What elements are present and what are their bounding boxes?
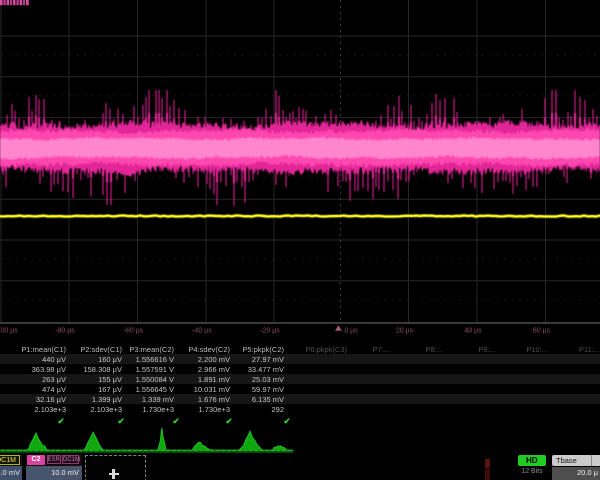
svg-text:-40 µs: -40 µs <box>192 328 212 335</box>
svg-text:40 µs: 40 µs <box>464 328 482 335</box>
svg-text:0 µs: 0 µs <box>344 328 358 335</box>
svg-text:-100 µs: -100 µs <box>0 328 18 335</box>
svg-text:-80 µs: -80 µs <box>55 328 75 335</box>
svg-text:60 µs: 60 µs <box>533 328 551 335</box>
svg-text:-20 µs: -20 µs <box>260 328 280 335</box>
svg-text:-60 µs: -60 µs <box>124 328 144 335</box>
svg-text:20 µs: 20 µs <box>396 328 414 335</box>
